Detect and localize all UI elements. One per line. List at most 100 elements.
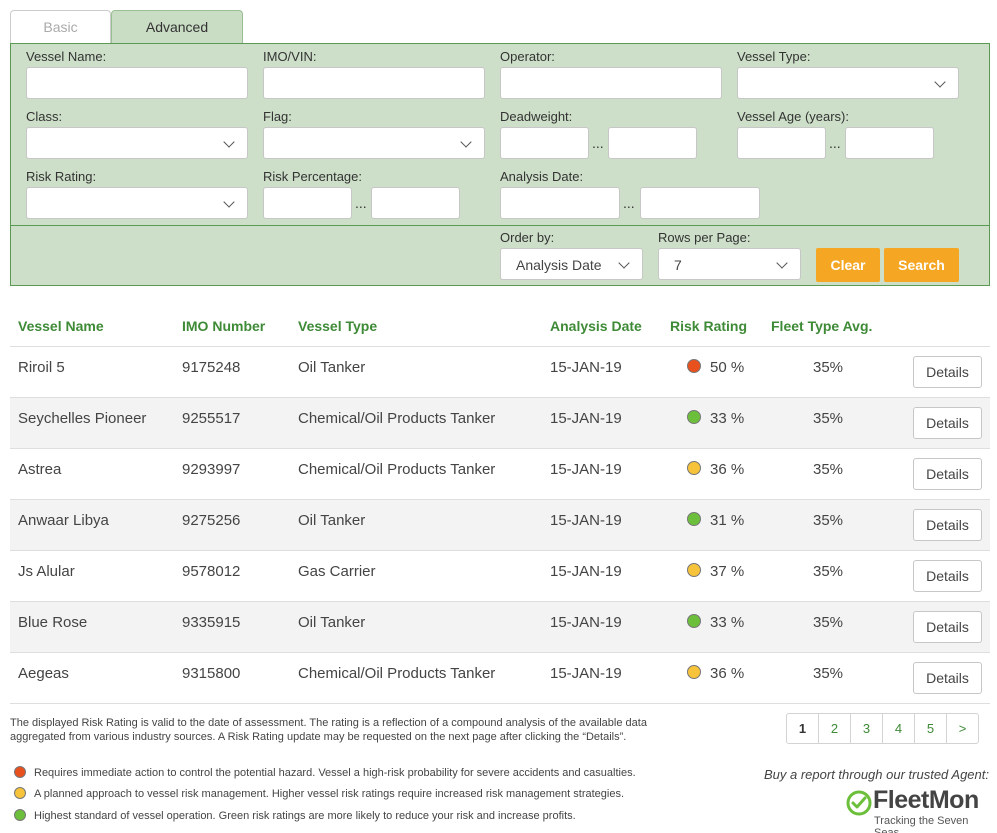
analysis-date-to-input[interactable] xyxy=(640,187,760,219)
vessel-age-to-input[interactable] xyxy=(845,127,934,159)
deadweight-range-separator: ... xyxy=(592,135,604,151)
tab-basic-search[interactable]: Basic search xyxy=(10,10,111,67)
tab-advanced-search[interactable]: Advanced search xyxy=(111,10,243,67)
table-row: Anwaar Libya 9275256 Oil Tanker 15-JAN-1… xyxy=(10,499,990,550)
risk-percentage-label: Risk Percentage: xyxy=(263,169,362,184)
agent-text: Buy a report through our trusted Agent: xyxy=(764,767,989,782)
risk-rating-cell: 36 % xyxy=(710,461,745,478)
risk-percentage-to-input[interactable] xyxy=(371,187,460,219)
risk-rating-cell: 31 % xyxy=(710,512,745,529)
page-1-button[interactable]: 1 xyxy=(786,713,819,744)
operator-input[interactable] xyxy=(500,67,722,99)
vessel-name-cell[interactable]: Astrea xyxy=(18,461,61,478)
col-imo-number[interactable]: IMO Number xyxy=(182,318,265,334)
imo-cell: 9175248 xyxy=(182,359,241,376)
order-by-value: Analysis Date xyxy=(516,257,602,273)
search-button[interactable]: Search xyxy=(884,248,959,282)
risk-rating-cell: 36 % xyxy=(710,665,745,682)
fleetmon-brand: FleetMon xyxy=(873,786,979,814)
analysis-date-from-input[interactable] xyxy=(500,187,620,219)
analysis-date-range-separator: ... xyxy=(623,195,635,211)
legend-item-red: Requires immediate action to control the… xyxy=(14,766,636,779)
details-button[interactable]: Details xyxy=(913,458,982,490)
analysis-date-cell: 15-JAN-19 xyxy=(550,410,622,427)
class-select[interactable] xyxy=(26,127,248,159)
imo-label: IMO/VIN: xyxy=(263,49,317,64)
deadweight-from-input[interactable] xyxy=(500,127,589,159)
analysis-date-label: Analysis Date: xyxy=(500,169,584,184)
flag-label: Flag: xyxy=(263,109,292,124)
fleet-avg-cell: 35% xyxy=(813,410,844,427)
details-button[interactable]: Details xyxy=(913,611,982,643)
legend-text: Highest standard of vessel operation. Gr… xyxy=(34,810,576,822)
risk-indicator-icon xyxy=(687,512,701,526)
vessel-name-input[interactable] xyxy=(26,67,248,99)
page-3-button[interactable]: 3 xyxy=(850,713,883,744)
fleet-avg-cell: 35% xyxy=(813,461,844,478)
risk-rating-label: Risk Rating: xyxy=(26,169,97,184)
vessel-type-cell: Oil Tanker xyxy=(298,359,366,376)
clear-button[interactable]: Clear xyxy=(816,248,880,282)
search-tabs: Basic search Advanced search xyxy=(10,10,243,67)
risk-indicator-icon xyxy=(687,614,701,628)
rows-per-page-select[interactable]: 7 xyxy=(658,248,801,280)
vessel-type-cell: Chemical/Oil Products Tanker xyxy=(298,461,496,478)
fleet-avg-cell: 35% xyxy=(813,665,844,682)
rows-per-page-value: 7 xyxy=(674,257,682,273)
vessel-age-label: Vessel Age (years): xyxy=(737,109,849,124)
fleetmon-logo-icon xyxy=(846,790,872,816)
imo-cell: 9293997 xyxy=(182,461,241,478)
risk-indicator-icon xyxy=(687,410,701,424)
flag-select[interactable] xyxy=(263,127,485,159)
order-by-select[interactable]: Analysis Date xyxy=(500,248,643,280)
advanced-search-panel: Vessel Name: IMO/VIN: Operator: Vessel T… xyxy=(10,43,990,286)
vessel-type-cell: Oil Tanker xyxy=(298,614,366,631)
col-vessel-name[interactable]: Vessel Name xyxy=(18,318,104,334)
deadweight-to-input[interactable] xyxy=(608,127,697,159)
details-button[interactable]: Details xyxy=(913,560,982,592)
vessel-name-cell[interactable]: Anwaar Libya xyxy=(18,512,109,529)
operator-label: Operator: xyxy=(500,49,555,64)
class-label: Class: xyxy=(26,109,63,124)
next-page-button[interactable]: > xyxy=(946,713,979,744)
page-4-button[interactable]: 4 xyxy=(882,713,915,744)
analysis-date-cell: 15-JAN-19 xyxy=(550,665,622,682)
fleet-avg-cell: 35% xyxy=(813,563,844,580)
col-vessel-type[interactable]: Vessel Type xyxy=(298,318,377,334)
vessel-name-cell[interactable]: Riroil 5 xyxy=(18,359,65,376)
vessel-type-label: Vessel Type: xyxy=(737,49,811,64)
imo-cell: 9275256 xyxy=(182,512,241,529)
vessel-name-cell[interactable]: Aegeas xyxy=(18,665,69,682)
imo-input[interactable] xyxy=(263,67,485,99)
details-button[interactable]: Details xyxy=(913,509,982,541)
vessel-type-cell: Gas Carrier xyxy=(298,563,376,580)
page-5-button[interactable]: 5 xyxy=(914,713,947,744)
fleetmon-tagline: Tracking the Seven Seas xyxy=(874,815,969,833)
vessel-name-cell[interactable]: Blue Rose xyxy=(18,614,87,631)
vessel-type-select[interactable] xyxy=(737,67,959,99)
col-analysis-date[interactable]: Analysis Date xyxy=(550,318,642,334)
risk-rating-select[interactable] xyxy=(26,187,248,219)
imo-cell: 9335915 xyxy=(182,614,241,631)
col-risk-rating[interactable]: Risk Rating xyxy=(670,318,747,334)
fleetmon-logo[interactable]: FleetMon Tracking the Seven Seas xyxy=(846,786,986,833)
risk-indicator-icon xyxy=(687,359,701,373)
details-button[interactable]: Details xyxy=(913,407,982,439)
details-button[interactable]: Details xyxy=(913,662,982,694)
col-fleet-type-avg[interactable]: Fleet Type Avg. xyxy=(771,318,872,334)
legend-text: A planned approach to vessel risk manage… xyxy=(34,788,625,800)
panel-divider xyxy=(11,225,989,226)
analysis-date-cell: 15-JAN-19 xyxy=(550,461,622,478)
deadweight-label: Deadweight: xyxy=(500,109,573,124)
risk-percentage-from-input[interactable] xyxy=(263,187,352,219)
details-button[interactable]: Details xyxy=(913,356,982,388)
risk-rating-cell: 37 % xyxy=(710,563,745,580)
vessel-age-from-input[interactable] xyxy=(737,127,826,159)
vessel-name-cell[interactable]: Seychelles Pioneer xyxy=(18,410,146,427)
vessel-name-cell[interactable]: Js Alular xyxy=(18,563,75,580)
risk-rating-cell: 33 % xyxy=(710,410,745,427)
fleet-avg-cell: 35% xyxy=(813,614,844,631)
order-by-label: Order by: xyxy=(500,230,555,245)
page-2-button[interactable]: 2 xyxy=(818,713,851,744)
analysis-date-cell: 15-JAN-19 xyxy=(550,512,622,529)
